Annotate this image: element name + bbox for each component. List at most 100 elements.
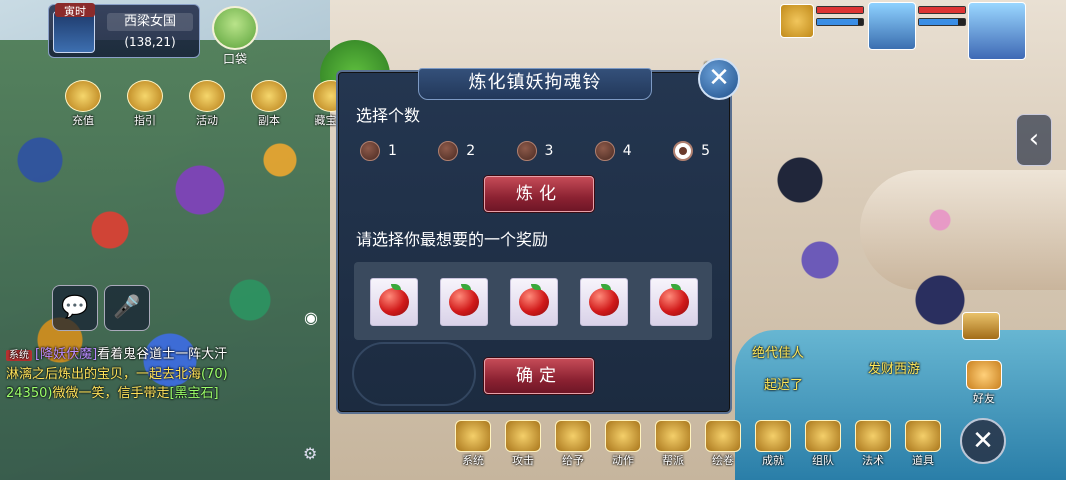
- player-portrait[interactable]: [968, 2, 1026, 60]
- top-button-guide[interactable]: 指引: [117, 80, 173, 128]
- bag-label: 口袋: [222, 52, 247, 66]
- handshake-icon: [966, 360, 1002, 390]
- give-icon: [555, 420, 591, 452]
- refine-button[interactable]: 炼化: [484, 176, 594, 212]
- bottom-button-label: 动作: [612, 454, 634, 467]
- bottom-button-spell[interactable]: 法术: [850, 420, 896, 468]
- chat-sender[interactable]: [降妖伏魔]: [35, 347, 97, 362]
- system-tag: 系统: [6, 350, 32, 361]
- top-button-dungeon[interactable]: 副本: [241, 80, 297, 128]
- top-button-recharge[interactable]: 充值: [55, 80, 111, 128]
- radio-button[interactable]: [516, 141, 537, 161]
- reward-item[interactable]: [370, 278, 418, 326]
- pet-bars: [816, 6, 864, 30]
- bottom-button-give[interactable]: 给予: [550, 420, 596, 468]
- bottom-button-attack[interactable]: 攻击: [500, 420, 546, 468]
- radio-button-selected[interactable]: [673, 141, 694, 161]
- npc-label[interactable]: 发财西游: [868, 358, 920, 377]
- reward-item[interactable]: [580, 278, 628, 326]
- bottom-button-guild[interactable]: 帮派: [650, 420, 696, 468]
- scroll-book-icon: [705, 420, 741, 452]
- map-name: 西梁女国: [107, 13, 193, 31]
- chat-coord[interactable]: 24350): [6, 386, 52, 401]
- close-icon[interactable]: ✕: [698, 58, 740, 100]
- select-count-label: 选择个数: [356, 106, 421, 125]
- radio-button[interactable]: [360, 141, 380, 161]
- event-icon: [189, 80, 225, 112]
- bottom-button-label: 帮派: [662, 454, 684, 467]
- confirm-button[interactable]: 确定: [484, 358, 594, 394]
- option-label: 1: [388, 143, 397, 159]
- reward-prompt: 请选择你最想要的一个奖励: [356, 230, 549, 249]
- microphone-icon[interactable]: 🎤: [104, 285, 150, 331]
- bottom-button-team[interactable]: 组队: [800, 420, 846, 468]
- count-option-3[interactable]: 3: [516, 138, 554, 164]
- bottom-button-label: 绘卷: [712, 454, 734, 467]
- player-mp-bar: [918, 18, 966, 26]
- bottom-button-label: 法术: [862, 454, 884, 467]
- chat-log[interactable]: 系统 [降妖伏魔]看着鬼谷道士一阵大汗 淋漓之后炼出的宝贝，一起去北海(70) 2…: [6, 345, 336, 403]
- radio-button[interactable]: [438, 141, 459, 161]
- chat-coord[interactable]: (70): [201, 367, 228, 382]
- option-label: 5: [701, 143, 710, 159]
- chat-line: 24350)微微一笑，信手带走[黑宝石]: [6, 384, 336, 403]
- chat-text: 看着鬼谷道士一阵大汗: [97, 347, 228, 362]
- spell-icon: [855, 420, 891, 452]
- chat-item-link[interactable]: [黑宝石]: [169, 386, 218, 401]
- red-apple-icon: [449, 288, 479, 316]
- location-panel[interactable]: 寅时 西梁女国 (138,21): [48, 3, 200, 58]
- count-option-2[interactable]: 2: [438, 138, 475, 164]
- red-apple-icon: [379, 288, 409, 316]
- top-button-label: 副本: [258, 114, 280, 127]
- reward-item[interactable]: [510, 278, 558, 326]
- chat-text: 淋漓之后炼出的宝贝，一起去北海: [6, 367, 202, 382]
- count-option-4[interactable]: 4: [594, 138, 632, 164]
- bottom-function-bar: 系统 攻击 给予 动作 帮派 绘卷 成就 组队 法术 道具: [450, 420, 946, 468]
- count-options: 1 2 3 4 5: [360, 138, 710, 164]
- bottom-button-action[interactable]: 动作: [600, 420, 646, 468]
- camera-icon[interactable]: ◉: [300, 308, 322, 330]
- collapse-menu-close-icon[interactable]: ✕: [960, 418, 1006, 464]
- top-button-event[interactable]: 活动: [179, 80, 235, 128]
- pet-hp-bar: [816, 6, 864, 14]
- plaza-characters[interactable]: [740, 120, 1060, 350]
- radio-button[interactable]: [594, 141, 615, 161]
- bottom-button-label: 给予: [562, 454, 584, 467]
- count-option-5[interactable]: 5: [673, 138, 710, 164]
- pet-avatar[interactable]: [780, 4, 814, 38]
- top-button-label: 活动: [196, 114, 218, 127]
- reward-item[interactable]: [440, 278, 488, 326]
- chat-line: 系统 [降妖伏魔]看着鬼谷道士一阵大汗: [6, 345, 336, 365]
- npc-label[interactable]: 起迟了: [764, 374, 803, 393]
- chat-settings-gear-icon[interactable]: ⚙: [303, 444, 317, 463]
- option-label: 4: [622, 143, 632, 159]
- option-label: 2: [466, 143, 476, 159]
- friends-button[interactable]: 好友: [964, 360, 1004, 406]
- bag-button[interactable]: 口袋: [210, 6, 260, 66]
- count-option-1[interactable]: 1: [360, 138, 397, 164]
- red-apple-icon: [659, 288, 689, 316]
- pet-mp-bar: [816, 18, 864, 26]
- refine-dialog: 炼化镇妖拘魂铃 ✕ 选择个数 1 2 3 4 5 炼化 请选择你最想要的一个奖励…: [336, 58, 740, 414]
- bag-icon: [212, 6, 258, 50]
- tv-icon[interactable]: [962, 312, 1000, 340]
- bottom-button-items[interactable]: 道具: [900, 420, 946, 468]
- expand-left-arrow-icon[interactable]: ‹: [1016, 114, 1052, 166]
- action-icon: [605, 420, 641, 452]
- scroll-icon: [127, 80, 163, 112]
- chat-bubble-icon[interactable]: 💬: [52, 285, 98, 331]
- top-function-bar: 充值 指引 活动 副本 藏宝阁: [55, 80, 359, 128]
- bottom-button-label: 组队: [812, 454, 834, 467]
- pet-portrait[interactable]: [868, 2, 916, 50]
- team-icon: [805, 420, 841, 452]
- reward-item[interactable]: [650, 278, 698, 326]
- red-apple-icon: [589, 288, 619, 316]
- chest-icon: [905, 420, 941, 452]
- bottom-button-scroll[interactable]: 绘卷: [700, 420, 746, 468]
- bottom-button-system[interactable]: 系统: [450, 420, 496, 468]
- option-label: 3: [544, 143, 554, 159]
- bottom-button-achievement[interactable]: 成就: [750, 420, 796, 468]
- npc-label[interactable]: 绝代佳人: [752, 342, 804, 361]
- status-panel: [776, 0, 1066, 60]
- top-button-label: 充值: [72, 114, 94, 127]
